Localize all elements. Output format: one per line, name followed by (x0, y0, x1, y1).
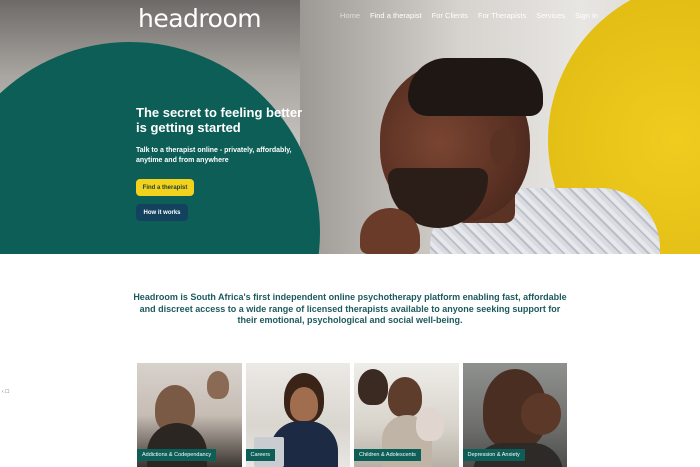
hero-photo-hair (408, 58, 543, 116)
card-photo-figure (289, 387, 318, 421)
hero-photo-ear (490, 128, 516, 168)
category-label: Addictions & Codependancy (137, 449, 217, 461)
category-cards: Addictions & Codependancy Careers Childr… (137, 363, 567, 467)
nav-sign-in[interactable]: Sign in (575, 11, 598, 20)
hero-subtitle: Talk to a therapist online - privately, … (136, 147, 292, 164)
hero-section: headroom Home Find a therapist For Clien… (0, 0, 700, 254)
card-photo-figure (207, 371, 229, 399)
category-card-depression[interactable]: Depression & Anxiety (462, 363, 567, 467)
nav-home[interactable]: Home (340, 11, 360, 20)
card-photo-figure (358, 369, 388, 405)
category-label: Children & Adolescents (354, 449, 421, 461)
intro-text: Headroom is South Africa's first indepen… (133, 292, 567, 325)
nav-find-a-therapist[interactable]: Find a therapist (370, 11, 422, 20)
card-photo-figure (520, 393, 561, 435)
card-photo-toy (416, 407, 444, 441)
side-scroll-marker[interactable]: ‹ ☐ (2, 389, 10, 395)
category-card-addictions[interactable]: Addictions & Codependancy (137, 363, 242, 467)
nav-for-clients[interactable]: For Clients (432, 11, 468, 20)
hero-title: The secret to feeling better is getting … (136, 105, 303, 135)
category-card-careers[interactable]: Careers (245, 363, 350, 467)
find-a-therapist-button[interactable]: Find a therapist (136, 179, 194, 196)
page: headroom Home Find a therapist For Clien… (0, 0, 700, 467)
main-nav: Home Find a therapist For Clients For Th… (340, 11, 608, 20)
how-it-works-button[interactable]: How it works (136, 204, 188, 221)
nav-for-therapists[interactable]: For Therapists (478, 11, 526, 20)
category-label: Depression & Anxiety (462, 449, 525, 461)
card-photo-figure (388, 377, 422, 417)
headroom-logo[interactable]: headroom (138, 4, 262, 33)
hero-photo-man-thinking (360, 58, 660, 254)
category-card-children[interactable]: Children & Adolescents (354, 363, 459, 467)
nav-services[interactable]: Services (536, 11, 565, 20)
category-label: Careers (245, 449, 276, 461)
